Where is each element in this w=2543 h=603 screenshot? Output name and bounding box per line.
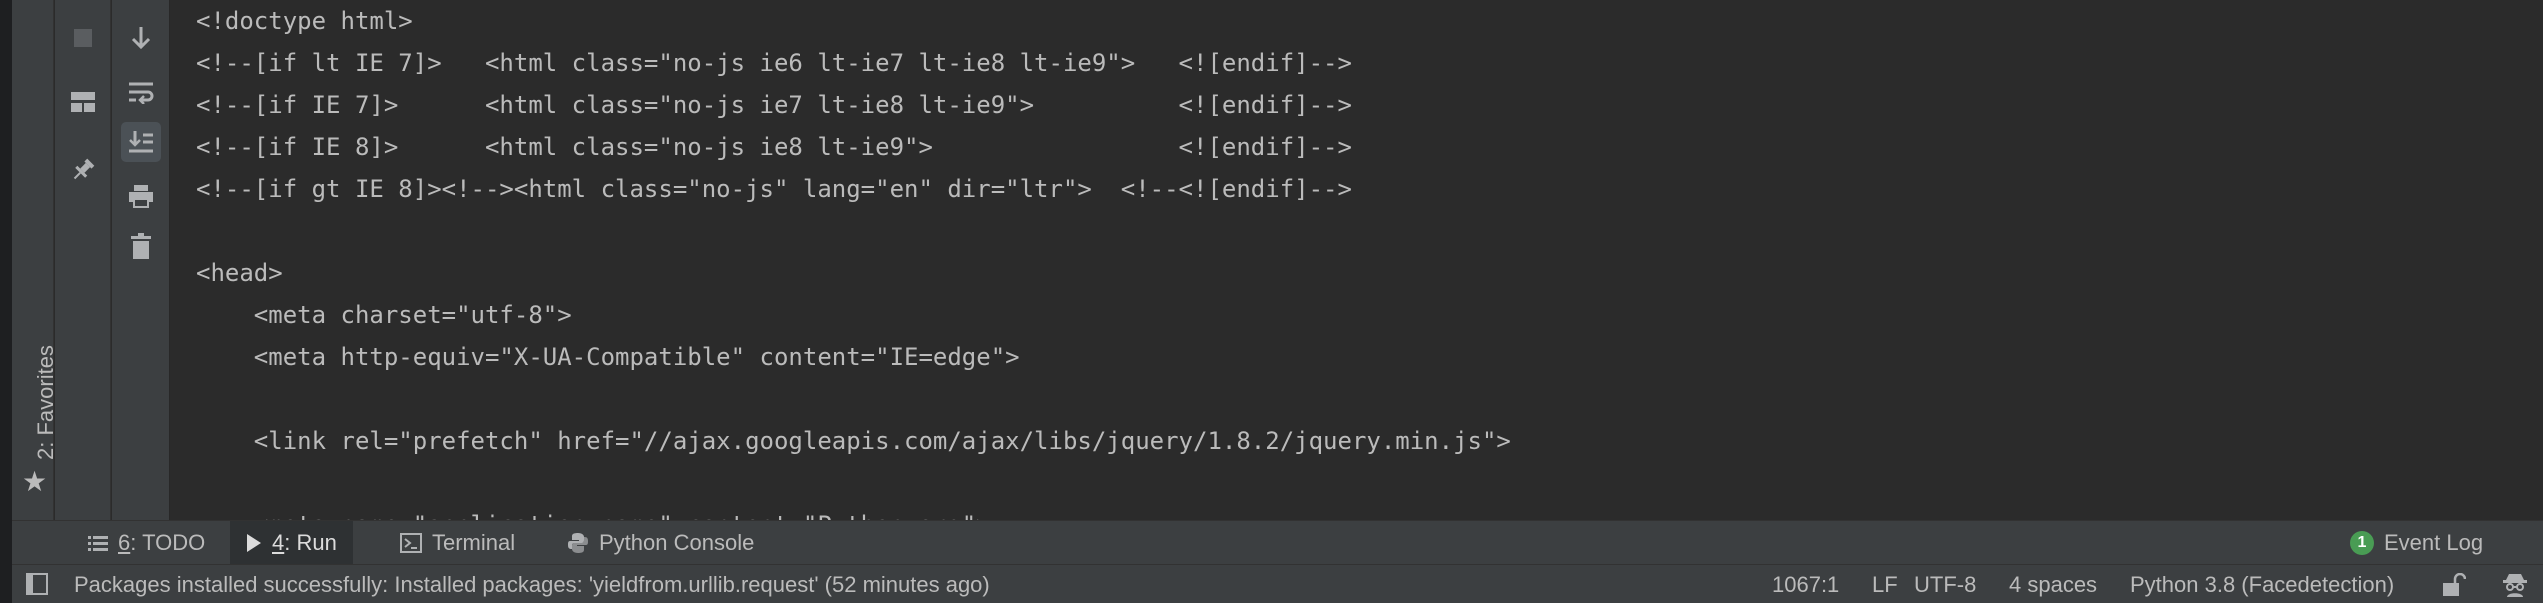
console-line: <link rel="prefetch" href="//ajax.google…	[196, 427, 1511, 455]
run-toolbar-right	[112, 0, 170, 520]
event-log-label: Event Log	[2384, 530, 2484, 555]
event-count-badge: 1	[2350, 531, 2374, 555]
file-encoding[interactable]: UTF-8	[1914, 565, 1976, 603]
trash-icon[interactable]	[121, 226, 161, 266]
lock-icon[interactable]	[2442, 572, 2467, 597]
layout-icon[interactable]	[63, 82, 103, 122]
tab-run[interactable]: 4: Run	[230, 521, 353, 565]
console-line: <!--[if IE 7]> <html class="no-js ie7 lt…	[196, 91, 1352, 119]
terminal-icon	[400, 533, 422, 553]
tab-terminal[interactable]: Terminal	[388, 521, 527, 565]
tab-todo-number: 6	[118, 530, 131, 555]
tab-run-label: : Run	[284, 530, 337, 555]
console-line: <head>	[196, 259, 283, 287]
tab-python-console[interactable]: Python Console	[555, 521, 766, 565]
console-line: <meta http-equiv="X-UA-Compatible" conte…	[196, 343, 1020, 371]
console-line: <!doctype html>	[196, 7, 413, 35]
stop-icon[interactable]	[63, 18, 103, 58]
print-icon[interactable]	[121, 176, 161, 216]
tool-window-tab-bar: 6: TODO 4: Run Terminal Python Console 1…	[12, 520, 2543, 565]
console-line: <!--[if gt IE 8]><!--><html class="no-js…	[196, 175, 1352, 203]
status-message[interactable]: Packages installed successfully: Install…	[74, 565, 990, 603]
run-console-output[interactable]: <!doctype html> <!--[if lt IE 7]> <html …	[171, 0, 2543, 520]
favorites-tool-window-button[interactable]: 2: Favorites ★	[14, 330, 58, 505]
soft-wrap-icon[interactable]	[121, 72, 161, 112]
console-line: <meta charset="utf-8">	[196, 301, 572, 329]
tab-todo-label: : TODO	[130, 530, 206, 555]
line-separator[interactable]: LF	[1872, 565, 1898, 603]
indent-setting[interactable]: 4 spaces	[2009, 565, 2097, 603]
console-lines: <!doctype html> <!--[if lt IE 7]> <html …	[196, 0, 1511, 520]
inspector-icon[interactable]	[2502, 572, 2528, 598]
python-interpreter[interactable]: Python 3.8 (Facedetection)	[2130, 565, 2394, 603]
event-log-button[interactable]: 1 Event Log	[2338, 521, 2495, 565]
list-icon	[88, 535, 108, 551]
tab-terminal-label: Terminal	[432, 530, 516, 555]
scroll-down-icon[interactable]	[121, 18, 161, 58]
status-bar: Packages installed successfully: Install…	[12, 564, 2543, 603]
console-line: <meta name="application-name" content="P…	[196, 504, 1511, 520]
pin-icon[interactable]	[63, 150, 103, 190]
caret-position[interactable]: 1067:1	[1772, 565, 1839, 603]
star-icon: ★	[22, 466, 48, 497]
tab-todo[interactable]: 6: TODO	[76, 521, 217, 565]
tab-run-number: 4	[272, 530, 285, 555]
scroll-to-end-icon[interactable]	[121, 122, 161, 162]
console-line: <!--[if lt IE 7]> <html class="no-js ie6…	[196, 49, 1352, 77]
tab-python-console-label: Python Console	[599, 530, 755, 555]
play-icon	[246, 533, 262, 553]
window-left-edge	[0, 0, 12, 603]
console-line: <!--[if IE 8]> <html class="no-js ie8 lt…	[196, 133, 1352, 161]
run-toolbar-left	[55, 0, 111, 520]
python-icon	[567, 532, 589, 554]
toggle-tool-windows-icon[interactable]	[26, 573, 48, 597]
